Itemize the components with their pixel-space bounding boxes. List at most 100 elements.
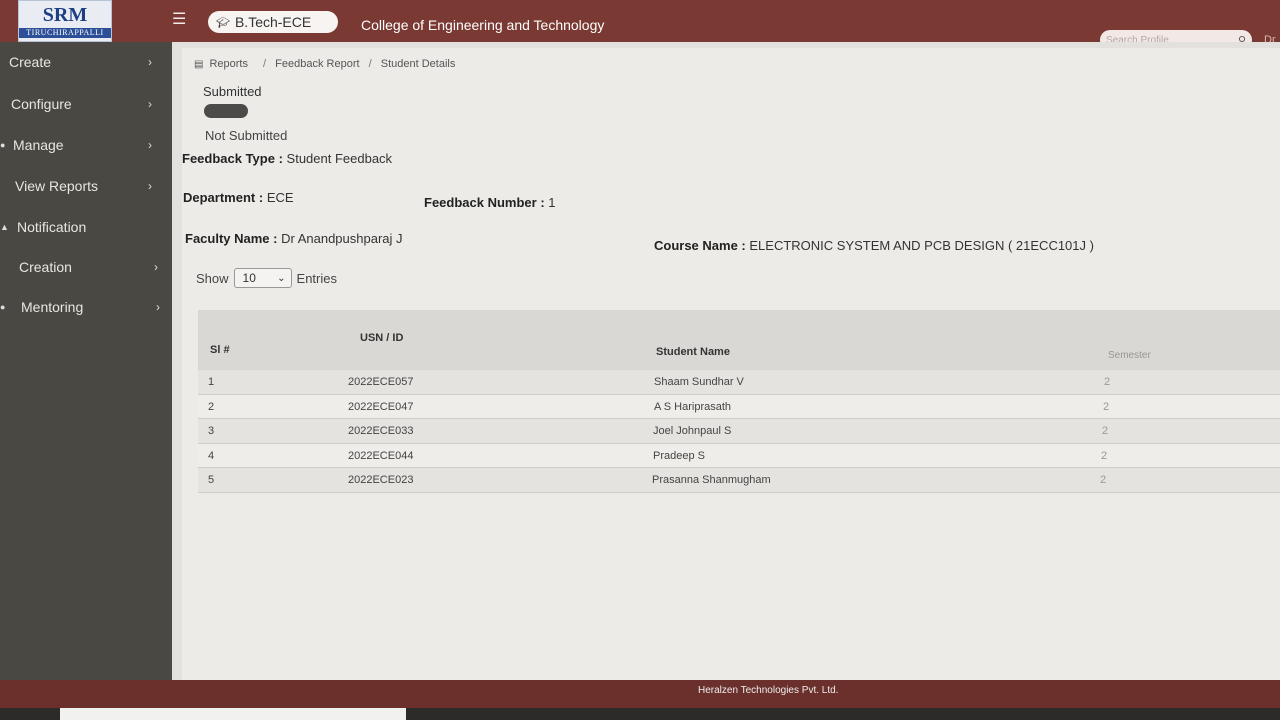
breadcrumb-separator: / — [263, 58, 267, 70]
department-value: ECE — [266, 190, 294, 205]
program-label: B.Tech-ECE — [234, 14, 312, 30]
sidebar: Create › Configure › ● Manage › View Rep… — [0, 42, 172, 720]
breadcrumb-feedback-report[interactable]: Feedback Report — [275, 58, 359, 70]
faculty-name-field: Faculty Name : Dr Anandpushparaj J — [185, 231, 403, 246]
cell-semester: 2 — [1101, 449, 1108, 462]
cell-semester: 2 — [1103, 400, 1110, 413]
cell-semester: 2 — [1104, 376, 1111, 388]
show-entries-control: Show 10 ⌄ Entries — [196, 268, 337, 288]
feedback-number-label: Feedback Number : — [424, 195, 545, 210]
srm-logo[interactable]: SRM TIRUCHIRAPPALLI — [18, 0, 112, 42]
cell-usn: 2022ECE047 — [348, 400, 414, 413]
cell-student-name: Prasanna Shanmugham — [652, 474, 771, 486]
entries-per-page-select[interactable]: 10 ⌄ — [233, 268, 292, 288]
sidebar-item-view-reports[interactable]: View Reports › — [0, 172, 172, 200]
header-usn[interactable]: USN / ID — [360, 332, 403, 344]
faculty-name-label: Faculty Name : — [185, 231, 278, 246]
student-table: Sl # USN / ID Student Name Semester 1 20… — [198, 310, 1280, 493]
sidebar-item-label: Creation — [19, 259, 72, 275]
sidebar-item-label: View Reports — [15, 178, 99, 194]
entries-label: Entries — [296, 270, 337, 286]
breadcrumb: ▤ Reports / Feedback Report / Student Det… — [194, 58, 461, 70]
breadcrumb-label: Reports — [209, 58, 248, 70]
sidebar-item-configure[interactable]: Configure › — [0, 90, 172, 118]
sidebar-item-label: Mentoring — [21, 299, 84, 315]
sidebar-item-create[interactable]: Create › — [0, 48, 172, 76]
cell-usn: 2022ECE023 — [348, 474, 414, 486]
feedback-number-field: Feedback Number : 1 — [424, 195, 556, 210]
sidebar-item-label: Notification — [17, 219, 87, 235]
course-name-label: Course Name : — [654, 238, 746, 253]
sidebar-item-label: Create — [9, 54, 52, 70]
mentoring-icon: ● — [0, 302, 6, 312]
header-student-name[interactable]: Student Name — [656, 346, 730, 358]
faculty-name-value: Dr Anandpushparaj J — [281, 231, 403, 246]
table-header: Sl # USN / ID Student Name Semester — [198, 310, 1280, 370]
main-content: ▤ Reports / Feedback Report / Student Det… — [172, 42, 1280, 680]
document-icon: ▤ — [194, 59, 204, 70]
table-row[interactable]: 5 2022ECE023 Prasanna Shanmugham 2 — [198, 468, 1280, 493]
sidebar-item-notification[interactable]: ▲ Notification — [0, 213, 172, 241]
feedback-type-field: Feedback Type : Student Feedback — [182, 151, 392, 166]
cell-semester: 2 — [1102, 425, 1109, 437]
sidebar-item-manage[interactable]: ● Manage › — [0, 131, 172, 159]
table-row[interactable]: 2 2022ECE047 A S Hariprasath 2 — [198, 394, 1280, 419]
chevron-right-icon: › — [148, 179, 152, 193]
cell-usn: 2022ECE057 — [348, 376, 414, 388]
chevron-down-icon: ⌄ — [277, 272, 286, 284]
os-taskbar — [0, 708, 1280, 720]
college-title: College of Engineering and Technology — [361, 17, 605, 33]
department-field: Department : ECE — [183, 190, 294, 205]
feedback-type-value: Student Feedback — [286, 151, 393, 166]
breadcrumb-reports[interactable]: ▤ Reports — [194, 58, 254, 70]
cell-semester: 2 — [1100, 474, 1107, 486]
table-row[interactable]: 4 2022ECE044 Pradeep S 2 — [198, 443, 1280, 468]
legend-not-submitted-label: Not Submitted — [205, 128, 288, 143]
sidebar-item-label: Configure — [11, 96, 72, 112]
notification-icon: ▲ — [0, 222, 9, 232]
course-name-value: ELECTRONIC SYSTEM AND PCB DESIGN ( 21ECC… — [749, 238, 1094, 253]
sidebar-item-creation[interactable]: Creation › — [0, 253, 172, 281]
cell-usn: 2022ECE044 — [348, 449, 414, 462]
cell-student-name: Joel Johnpaul S — [653, 425, 732, 437]
breadcrumb-separator: / — [368, 58, 372, 70]
feedback-number-value: 1 — [548, 195, 556, 210]
content-panel: ▤ Reports / Feedback Report / Student Det… — [182, 48, 1280, 680]
footer-copyright: Heralzen Technologies Pvt. Ltd. — [698, 685, 839, 696]
department-label: Department : — [183, 190, 264, 205]
manage-icon: ● — [0, 140, 6, 150]
taskbar-search-area[interactable] — [60, 708, 406, 720]
cell-student-name: Shaam Sundhar V — [654, 376, 744, 388]
cell-sl: 1 — [208, 376, 215, 388]
chevron-right-icon: › — [156, 300, 160, 314]
header-sl[interactable]: Sl # — [210, 344, 230, 356]
sidebar-item-label: Manage — [13, 137, 64, 153]
chevron-right-icon: › — [154, 260, 158, 274]
cell-student-name: A S Hariprasath — [654, 400, 732, 413]
header-semester[interactable]: Semester — [1108, 350, 1151, 361]
hamburger-menu-icon[interactable]: ☰ — [172, 12, 188, 28]
program-selector[interactable]: 🎓︎ B.Tech-ECE — [208, 11, 338, 33]
sidebar-item-mentoring[interactable]: ● Mentoring › — [0, 293, 172, 321]
cell-sl: 2 — [208, 400, 215, 413]
cell-sl: 5 — [208, 474, 215, 486]
graduation-cap-icon: 🎓︎ — [216, 16, 230, 29]
entries-value: 10 — [242, 271, 256, 285]
chevron-right-icon: › — [148, 138, 152, 152]
table-row[interactable]: 3 2022ECE033 Joel Johnpaul S 2 — [198, 419, 1280, 444]
logo-text: SRM — [42, 3, 88, 26]
logo-subtext: TIRUCHIRAPPALLI — [19, 27, 111, 38]
cell-sl: 4 — [208, 449, 215, 462]
feedback-type-label: Feedback Type : — [182, 151, 283, 166]
course-name-field: Course Name : ELECTRONIC SYSTEM AND PCB … — [654, 238, 1094, 253]
breadcrumb-student-details: Student Details — [380, 58, 456, 70]
show-label: Show — [196, 270, 229, 286]
cell-usn: 2022ECE033 — [348, 425, 414, 437]
cell-sl: 3 — [208, 425, 215, 437]
legend-submitted-swatch — [204, 104, 248, 118]
cell-student-name: Pradeep S — [653, 449, 705, 462]
table-row[interactable]: 1 2022ECE057 Shaam Sundhar V 2 — [198, 370, 1280, 395]
chevron-right-icon: › — [148, 97, 152, 111]
legend-submitted-label: Submitted — [203, 84, 262, 99]
chevron-right-icon: › — [148, 55, 152, 69]
